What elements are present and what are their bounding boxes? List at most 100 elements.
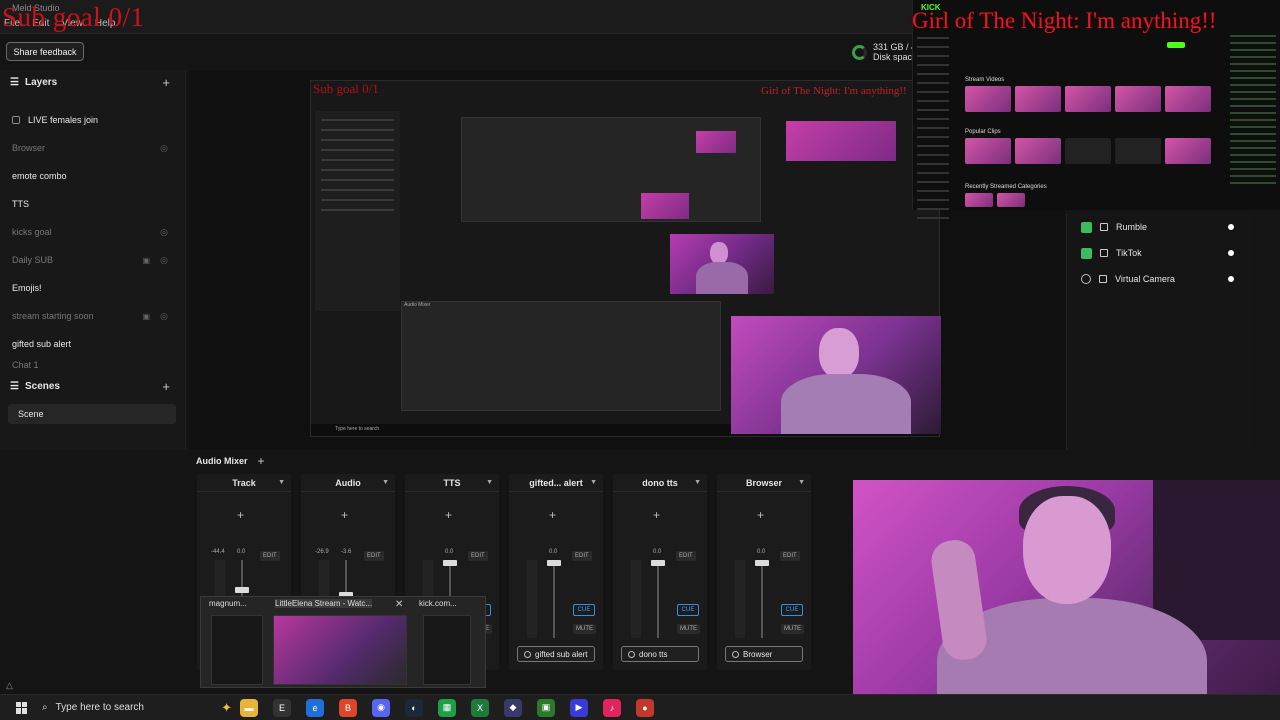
volume-fader-knob[interactable] [651,560,665,566]
edit-button[interactable]: EDIT [572,551,592,561]
brave-icon[interactable]: B [339,698,357,717]
edit-button[interactable]: EDIT [780,551,800,561]
nested-sub-goal: Sub goal 0/1 [313,81,379,96]
destination-tiktok[interactable]: TikTok [1067,240,1252,266]
channel-name-dropdown[interactable]: TTS ▼ [405,474,499,492]
edge-icon[interactable]: e [306,698,324,717]
add-scene-button[interactable]: + [162,379,170,394]
volume-fader-knob[interactable] [547,560,561,566]
audio-source-label: gifted sub alert [535,649,588,659]
level-meter [735,560,745,638]
cue-button[interactable]: CUE [677,604,699,616]
layer-label: gifted sub alert [12,339,72,349]
cue-button[interactable]: CUE [573,604,595,616]
lock-icon[interactable]: ▣ [142,256,150,265]
hidden-eye-icon[interactable]: ◎ [160,255,168,266]
files-icon[interactable]: ▬ [240,698,258,717]
layer-item[interactable]: kicks goal ◎ [12,218,172,246]
layer-item[interactable]: Chat 1 [12,358,172,372]
edit-button[interactable]: EDIT [676,551,696,561]
add-filter-button[interactable]: + [757,508,764,522]
volume-fader-knob[interactable] [235,586,249,593]
shield-icon[interactable]: ◆ [504,698,522,717]
discord-icon[interactable]: ◉ [372,698,390,717]
edit-button[interactable]: EDIT [260,551,280,561]
taskbar-search[interactable]: ⌕ Type here to search ✦ [42,698,232,718]
xbox-icon[interactable]: X [471,698,489,717]
mute-button[interactable]: MUTE [573,624,596,634]
edit-button[interactable]: EDIT [364,551,384,561]
channel-name-dropdown[interactable]: dono tts ▼ [613,474,707,492]
checkbox-icon[interactable] [1100,223,1108,231]
channel-name-dropdown[interactable]: gifted... alert ▼ [509,474,603,492]
audio-source-chip[interactable]: gifted sub alert [517,646,595,662]
checkbox-icon[interactable] [1099,275,1107,283]
volume-fader-track[interactable] [761,560,763,638]
minecraft-icon[interactable]: ▣ [537,698,555,717]
channel-name-dropdown[interactable]: Browser ▼ [717,474,811,492]
add-audio-track-button[interactable]: + [258,454,265,468]
layer-item[interactable]: emote combo [12,162,172,190]
notification-icon[interactable]: △ [6,680,13,691]
volume-fader-knob[interactable] [755,560,769,566]
lock-icon[interactable]: ▣ [142,312,150,321]
mute-button[interactable]: MUTE [677,624,700,634]
preview-thumbnail[interactable] [273,615,407,685]
layer-item[interactable]: LIVE females join [12,106,172,134]
spreadsheet-icon[interactable]: ▦ [438,698,456,717]
add-layer-button[interactable]: + [162,75,170,90]
volume-fader-track[interactable] [553,560,555,638]
close-icon[interactable]: ✕ [395,599,403,610]
audio-source-chip[interactable]: Browser [725,646,803,662]
cue-button[interactable]: CUE [781,604,803,616]
hidden-eye-icon[interactable]: ◎ [160,311,168,322]
channel-name-dropdown[interactable]: Audio ▼ [301,474,395,492]
share-feedback-button[interactable]: Share feedback [6,42,84,61]
epic-icon[interactable]: E [273,698,291,717]
hidden-eye-icon[interactable]: ◎ [160,143,168,154]
edit-button[interactable]: EDIT [468,551,488,561]
preview-thumbnail[interactable] [211,615,263,685]
canvas-webcam-source[interactable] [731,316,941,434]
layer-item[interactable]: stream starting soon ▣ ◎ [12,302,172,330]
tiktok-icon[interactable]: ♪ [603,698,621,717]
preview-window-title[interactable]: kick.com... [419,599,457,608]
add-filter-button[interactable]: + [341,508,348,522]
add-filter-button[interactable]: + [549,508,556,522]
steam-icon[interactable]: ◐ [405,698,423,717]
add-filter-button[interactable]: + [237,508,244,522]
media-icon[interactable]: ▶ [570,698,588,717]
preview-window-title[interactable]: magnum... [209,599,247,608]
destination-rumble[interactable]: Rumble [1067,214,1252,240]
destination-virtual-camera[interactable]: Virtual Camera [1067,266,1252,292]
layer-item[interactable]: gifted sub alert [12,330,172,358]
app-icon[interactable]: ● [636,698,654,717]
audio-source-chip[interactable]: dono tts [621,646,699,662]
scenes-toggle-icon[interactable]: ☰ [10,381,19,392]
scene-item[interactable]: Scene [8,404,176,424]
channel-name-dropdown[interactable]: Track ▼ [197,474,291,492]
mute-button[interactable]: MUTE [781,624,804,634]
windows-taskbar: ⌕ Type here to search ✦ ▬ Ee B ◉ ◐ ▦ X ◆ ▣ ▶ ♪ ● [0,694,1280,720]
layer-item[interactable]: TTS [12,190,172,218]
volume-fader-track[interactable] [657,560,659,638]
audio-source-label: Browser [743,649,773,659]
sub-goal-overlay: Sub goal 0/1 [2,2,145,32]
nested-thumbnail [696,131,736,153]
follow-button[interactable] [1167,42,1185,48]
preview-window-title[interactable]: LittleElena Stream - Watc... [275,599,373,608]
nested-layers-panel [315,111,400,311]
layer-item[interactable]: Daily SUB ▣ ◎ [12,246,172,274]
add-filter-button[interactable]: + [445,508,452,522]
rumble-icon [1081,221,1092,233]
windows-start-icon[interactable] [16,701,28,714]
db-right: 0.0 [757,549,766,555]
volume-fader-knob[interactable] [443,560,457,566]
checkbox-icon[interactable] [1100,249,1108,257]
add-filter-button[interactable]: + [653,508,660,522]
layers-toggle-icon[interactable]: ☰ [10,77,19,88]
preview-thumbnail[interactable] [423,615,471,685]
layer-item[interactable]: Emojis! [12,274,172,302]
layer-item[interactable]: Browser ◎ [12,134,172,162]
hidden-eye-icon[interactable]: ◎ [160,227,168,238]
